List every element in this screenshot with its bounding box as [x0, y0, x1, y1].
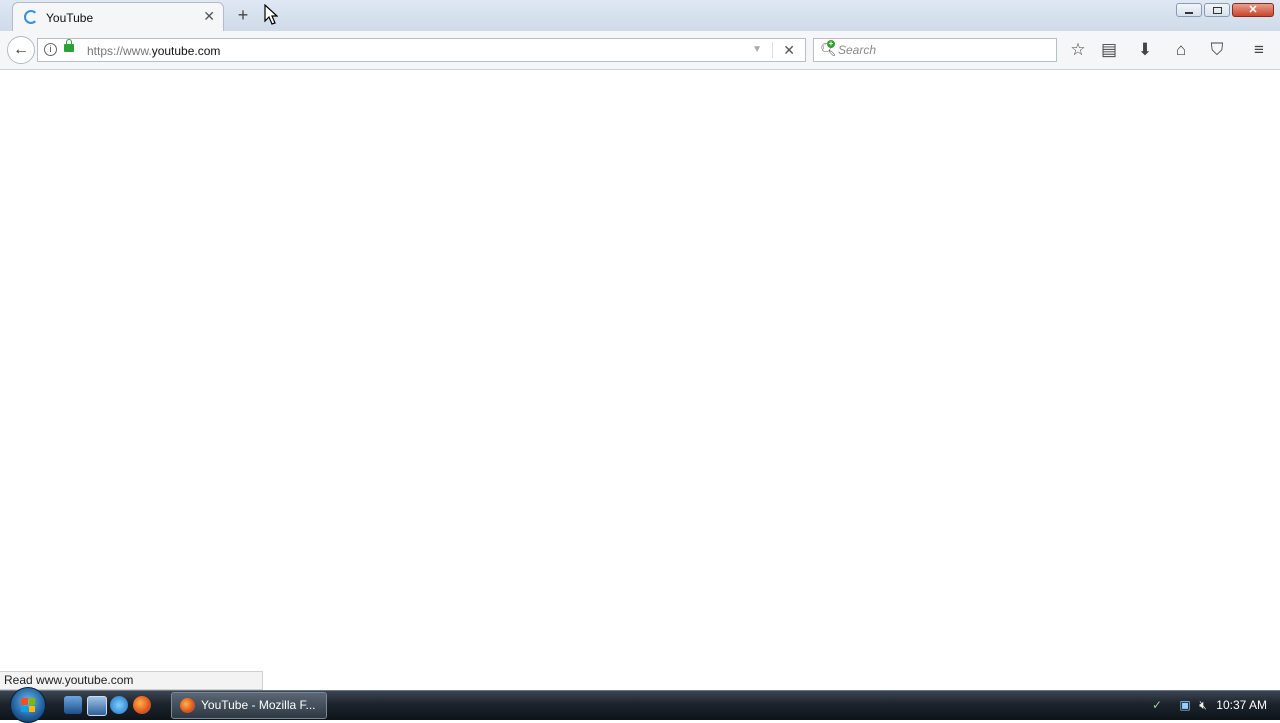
url-dropdown-icon[interactable]: ▼: [752, 44, 762, 55]
system-tray: ✓ ▣ 🔇︎ 10:37 AM: [1140, 691, 1280, 719]
taskbar-window-label: YouTube - Mozilla F...: [201, 698, 316, 712]
title-bar: YouTube ✕ +: [0, 0, 1280, 31]
tab-title: YouTube: [46, 11, 94, 25]
url-text[interactable]: https://www.youtube.com: [87, 44, 220, 58]
windows-logo-icon: [21, 698, 35, 712]
home-icon[interactable]: ⌂: [1170, 40, 1192, 60]
url-scheme: https://www.: [87, 44, 152, 58]
switch-windows-icon[interactable]: [87, 696, 107, 716]
firefox-icon: [180, 698, 195, 713]
info-icon[interactable]: i: [44, 43, 57, 56]
restore-button[interactable]: [1204, 3, 1230, 17]
url-host: youtube.com: [151, 44, 221, 58]
minimize-button[interactable]: [1176, 3, 1202, 17]
new-tab-button[interactable]: +: [233, 5, 253, 25]
address-bar[interactable]: i https://www.youtube.com ▼ ✕: [37, 38, 806, 62]
menu-hamburger-icon[interactable]: ≡: [1248, 40, 1270, 60]
mouse-cursor-icon: [264, 4, 278, 25]
start-button[interactable]: [10, 687, 46, 723]
tab-close-icon[interactable]: ✕: [203, 9, 215, 23]
pocket-icon[interactable]: ⛉: [1206, 40, 1228, 60]
status-bar: Read www.youtube.com: [0, 671, 263, 690]
search-input[interactable]: [838, 42, 1048, 58]
window-controls: [1176, 3, 1274, 19]
page-content: [0, 70, 1280, 690]
clock[interactable]: 10:37 AM: [1216, 698, 1267, 712]
lock-icon[interactable]: [64, 39, 74, 52]
bookmarks-menu-icon[interactable]: ▤: [1098, 40, 1120, 60]
taskbar-firefox-window[interactable]: YouTube - Mozilla F...: [171, 692, 327, 719]
loading-spinner-icon: [24, 10, 38, 24]
defender-icon[interactable]: ✓: [1150, 698, 1164, 712]
volume-muted-icon[interactable]: 🔇︎: [1196, 698, 1210, 712]
back-button[interactable]: ←: [7, 36, 35, 64]
downloads-icon[interactable]: ⬇: [1134, 40, 1156, 60]
search-bar[interactable]: 🔍︎ +: [813, 38, 1057, 62]
close-window-button[interactable]: [1232, 3, 1274, 17]
stop-icon[interactable]: ✕: [783, 42, 795, 59]
arrow-left-icon: ←: [13, 41, 29, 58]
url-separator: [772, 42, 773, 58]
taskbar: YouTube - Mozilla F... ✓ ▣ 🔇︎ 10:37 AM: [0, 687, 1280, 723]
tab-youtube[interactable]: YouTube ✕: [12, 2, 224, 31]
navigation-toolbar: ← i https://www.youtube.com ▼ ✕ 🔍︎ + ☆ ▤…: [0, 31, 1280, 70]
firefox-quicklaunch-icon[interactable]: [133, 696, 151, 714]
add-search-engine-icon: +: [827, 39, 835, 48]
internet-explorer-icon[interactable]: [110, 696, 128, 714]
network-icon[interactable]: ▣: [1178, 698, 1192, 712]
bookmark-star-icon[interactable]: ☆: [1067, 40, 1089, 60]
show-desktop-icon[interactable]: [64, 696, 82, 714]
